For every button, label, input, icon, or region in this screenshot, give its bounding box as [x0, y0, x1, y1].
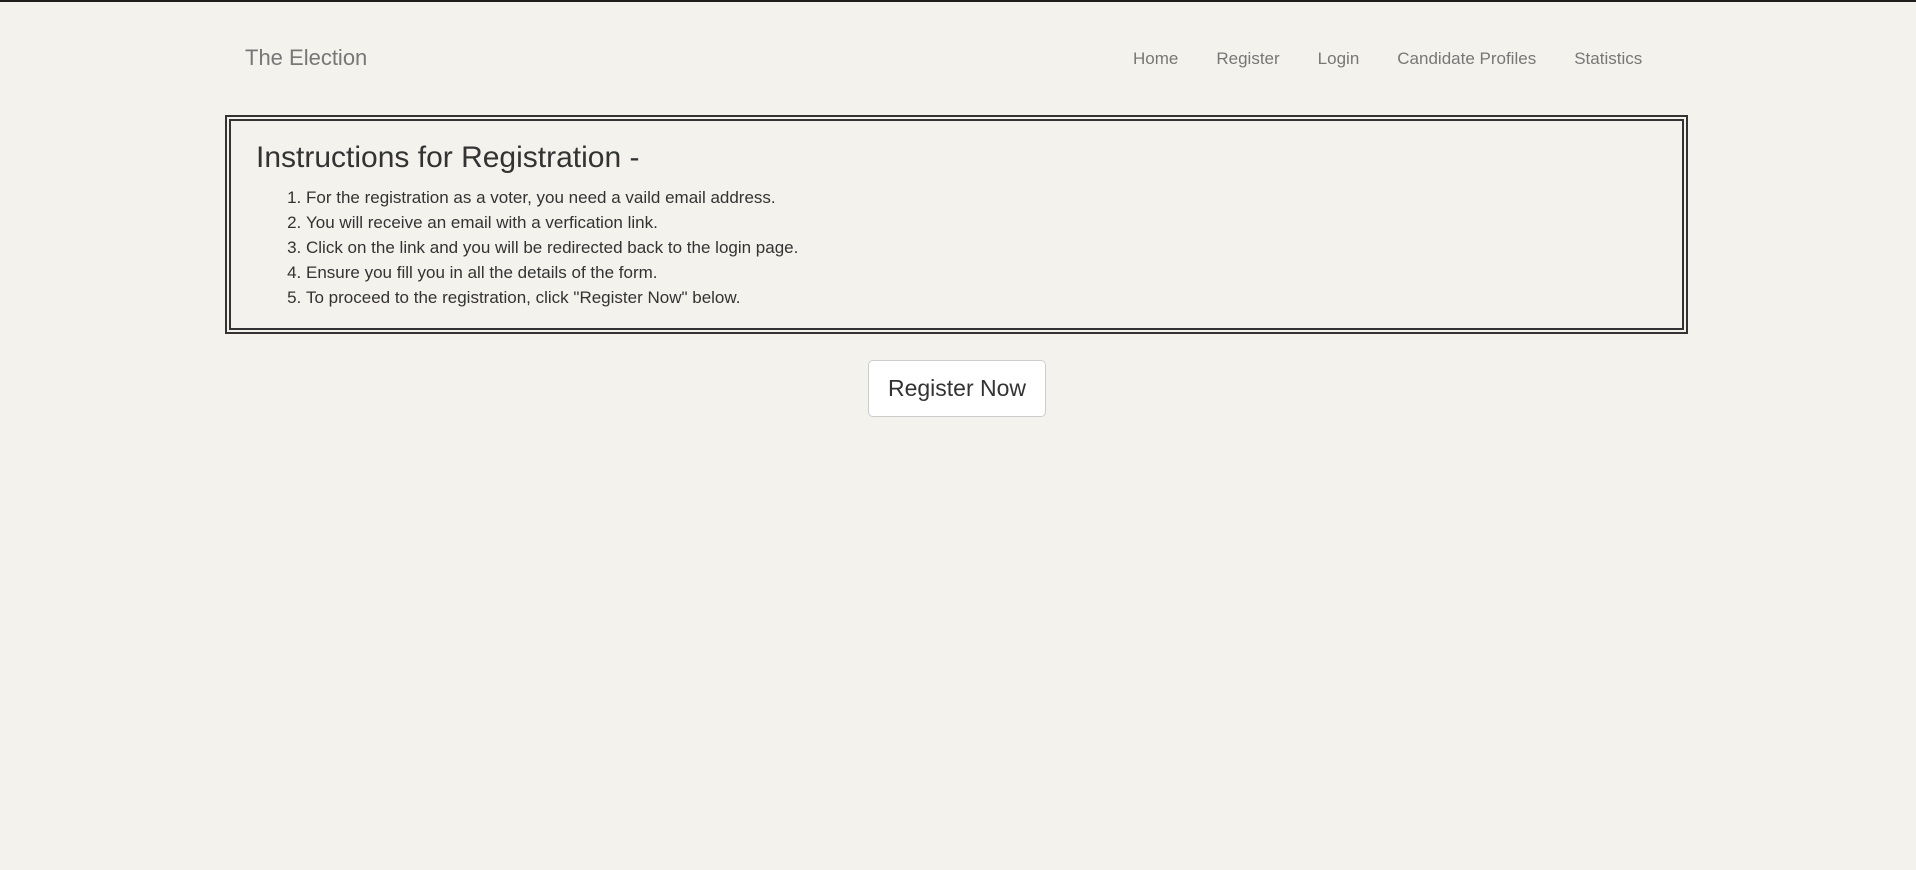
instruction-step: Ensure you fill you in all the details o…: [306, 260, 1658, 285]
instructions-panel: Instructions for Registration - For the …: [225, 115, 1688, 334]
instruction-step: You will receive an email with a verfica…: [306, 210, 1658, 235]
nav-link-candidate-profiles[interactable]: Candidate Profiles: [1397, 49, 1536, 69]
nav-link-statistics[interactable]: Statistics: [1574, 49, 1642, 69]
nav-link-register[interactable]: Register: [1216, 49, 1279, 69]
brand-link[interactable]: The Election: [245, 45, 367, 71]
instructions-title: Instructions for Registration -: [256, 141, 640, 174]
instruction-step: For the registration as a voter, you nee…: [306, 185, 1658, 210]
instructions-list: For the registration as a voter, you nee…: [256, 185, 1658, 310]
instruction-step: To proceed to the registration, click "R…: [306, 285, 1658, 310]
nav-links: Home Register Login Candidate Profiles S…: [1133, 49, 1642, 69]
register-now-button[interactable]: Register Now: [868, 360, 1046, 417]
navbar: The Election Home Register Login Candida…: [0, 2, 1916, 112]
nav-link-home[interactable]: Home: [1133, 49, 1178, 69]
nav-link-login[interactable]: Login: [1318, 49, 1360, 69]
instruction-step: Click on the link and you will be redire…: [306, 235, 1658, 260]
